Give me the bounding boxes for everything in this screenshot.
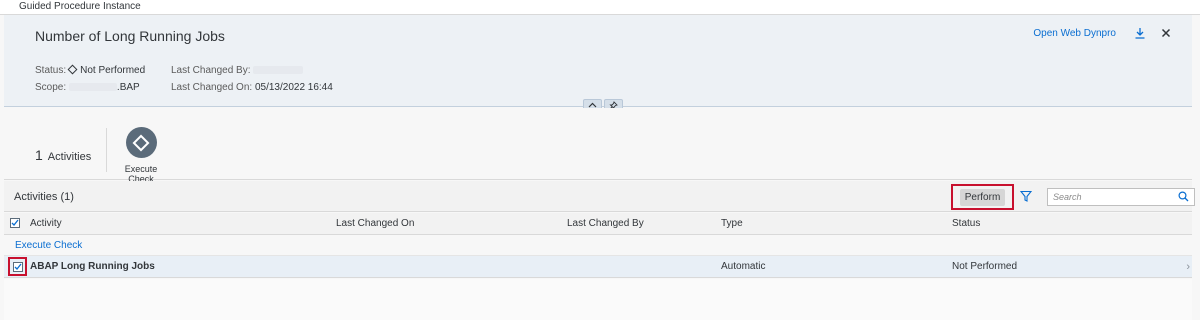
filter-icon[interactable] bbox=[1019, 190, 1034, 204]
page-title: Number of Long Running Jobs bbox=[35, 28, 225, 44]
activities-count-number: 1 bbox=[35, 147, 43, 163]
last-changed-by-label: Last Changed By: bbox=[171, 65, 251, 76]
redacted-text bbox=[253, 66, 304, 74]
open-web-dynpro-link[interactable]: Open Web Dynpro bbox=[1033, 28, 1116, 39]
diamond-icon bbox=[67, 64, 78, 75]
last-changed-on-value: 05/13/2022 16:44 bbox=[254, 82, 333, 93]
row-checkbox[interactable] bbox=[12, 261, 23, 272]
status-attribute: Status: Not Performed bbox=[35, 64, 146, 76]
table-column-header: Activity Last Changed On Last Changed By… bbox=[4, 213, 1192, 235]
cell-activity: ABAP Long Running Jobs bbox=[30, 261, 155, 272]
header-actions: Open Web Dynpro bbox=[1033, 25, 1174, 41]
cell-status: Not Performed bbox=[952, 261, 1018, 272]
status-value: Not Performed bbox=[80, 65, 146, 76]
column-header-activity[interactable]: Activity bbox=[30, 218, 62, 229]
last-changed-on-attribute: Last Changed On: 05/13/2022 16:44 bbox=[171, 82, 333, 93]
select-all-checkbox[interactable] bbox=[10, 218, 20, 228]
table-title: Activities (1) bbox=[14, 191, 74, 203]
last-changed-on-label: Last Changed On: bbox=[171, 82, 253, 93]
window-title: Guided Procedure Instance bbox=[19, 1, 141, 12]
column-header-last-changed-on[interactable]: Last Changed On bbox=[336, 218, 414, 229]
search-input[interactable] bbox=[1053, 191, 1173, 203]
group-label: Execute Check bbox=[15, 240, 83, 251]
redacted-text bbox=[68, 83, 117, 91]
search-icon[interactable] bbox=[1178, 191, 1190, 203]
scope-label: Scope: bbox=[35, 82, 67, 93]
status-label: Status: bbox=[35, 65, 67, 76]
scope-attribute: Scope: .BAP bbox=[35, 82, 140, 93]
diamond-icon bbox=[125, 127, 157, 158]
activities-count-label: Activities bbox=[47, 151, 92, 163]
window-title-bar: Guided Procedure Instance bbox=[0, 0, 1200, 15]
row-checkbox-highlight-box bbox=[8, 257, 27, 276]
scope-value: .BAP bbox=[116, 82, 140, 93]
column-header-type[interactable]: Type bbox=[721, 218, 743, 229]
cell-type: Automatic bbox=[721, 261, 766, 272]
chevron-right-icon[interactable]: › bbox=[1186, 261, 1190, 273]
search-field bbox=[1047, 188, 1195, 206]
table-row[interactable]: ABAP Long Running Jobs Automatic Not Per… bbox=[4, 256, 1192, 278]
anchor-bar: 1 Activities Execute Check bbox=[4, 108, 1192, 190]
column-header-last-changed-by[interactable]: Last Changed By bbox=[567, 218, 644, 229]
table-toolbar: Activities (1) Perform bbox=[4, 181, 1195, 212]
divider bbox=[106, 128, 107, 172]
perform-button[interactable]: Perform bbox=[959, 188, 1006, 206]
object-header: Number of Long Running Jobs Open Web Dyn… bbox=[4, 15, 1192, 107]
last-changed-by-attribute: Last Changed By: bbox=[171, 65, 304, 76]
activities-count: 1 Activities bbox=[35, 147, 91, 163]
perform-highlight-box: Perform bbox=[951, 184, 1014, 210]
group-header-row: Execute Check bbox=[4, 235, 1192, 256]
table-empty-area bbox=[4, 279, 1192, 320]
download-icon[interactable] bbox=[1132, 25, 1148, 41]
column-header-status[interactable]: Status bbox=[952, 218, 980, 229]
close-icon[interactable] bbox=[1158, 25, 1174, 41]
